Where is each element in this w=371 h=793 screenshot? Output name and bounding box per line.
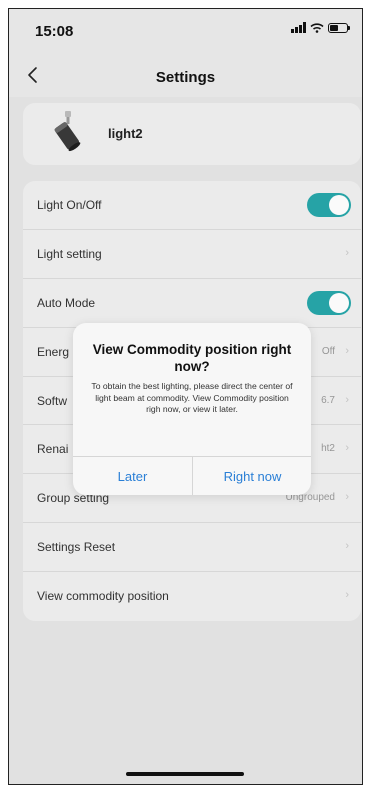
later-button[interactable]: Later xyxy=(73,457,192,495)
status-icons xyxy=(291,22,350,33)
home-indicator[interactable] xyxy=(126,772,244,776)
right-now-button[interactable]: Right now xyxy=(193,457,311,495)
page-title: Settings xyxy=(155,69,216,86)
battery-icon xyxy=(328,22,350,33)
signal-icon xyxy=(291,22,306,33)
nav-bar: Settings xyxy=(9,53,362,97)
status-bar: 15:08 xyxy=(9,9,362,49)
phone-screen: 15:08 Settings light2 Light On/Off Light… xyxy=(8,8,363,785)
status-time: 15:08 xyxy=(35,23,74,40)
dialog-message: To obtain the best lighting, please dire… xyxy=(91,381,293,414)
view-commodity-dialog: View Commodity position right now? To ob… xyxy=(73,323,311,495)
dialog-title: View Commodity position right now? xyxy=(92,342,292,374)
wifi-icon xyxy=(310,22,324,33)
